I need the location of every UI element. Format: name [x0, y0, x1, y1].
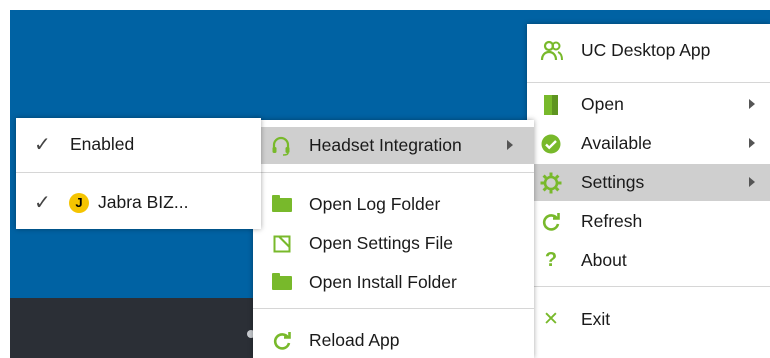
door-icon — [541, 94, 561, 116]
menu-item-open-log-folder[interactable]: Open Log Folder — [253, 186, 534, 223]
menu-item-uc-desktop-app[interactable]: UC Desktop App — [527, 32, 770, 69]
menu-item-label: Open Settings File — [309, 233, 453, 253]
menu-item-headset-integration[interactable]: Headset Integration — [253, 127, 534, 164]
menu-item-label: Open — [581, 94, 624, 114]
menu-item-label: Settings — [581, 172, 645, 192]
menu-item-label: Reload App — [309, 330, 400, 350]
menu-separator — [527, 82, 770, 83]
menu-item-settings[interactable]: Settings — [527, 164, 770, 201]
menu-item-available[interactable]: Available — [527, 125, 770, 162]
menu-separator — [253, 308, 534, 309]
menu-item-label: Enabled — [70, 134, 135, 154]
submenu-arrow-icon — [749, 138, 755, 148]
folder-icon — [271, 272, 293, 293]
reload-icon — [271, 330, 293, 352]
menu-separator — [16, 172, 261, 173]
users-icon — [539, 38, 565, 64]
menu-item-label: Jabra BIZ... — [98, 192, 189, 212]
checkmark-icon: ✓ — [34, 134, 51, 156]
menu-item-label: Open Install Folder — [309, 272, 457, 292]
headset-integration-submenu: ✓ Enabled ✓ J Jabra BIZ... — [16, 118, 261, 229]
settings-submenu: Headset Integration Open Log Folder Open… — [253, 120, 534, 358]
submenu-arrow-icon — [749, 177, 755, 187]
close-icon: ✕ — [543, 309, 559, 330]
submenu-arrow-icon — [749, 99, 755, 109]
menu-separator — [527, 286, 770, 287]
menu-item-label: Refresh — [581, 211, 643, 231]
menu-separator — [253, 172, 534, 173]
refresh-icon — [540, 211, 562, 233]
menu-item-about[interactable]: ? About — [527, 242, 770, 279]
menu-item-refresh[interactable]: Refresh — [527, 203, 770, 240]
checkmark-icon: ✓ — [34, 192, 51, 214]
menu-item-enabled[interactable]: ✓ Enabled — [16, 126, 261, 163]
check-circle-icon — [540, 133, 562, 155]
menu-item-open[interactable]: Open — [527, 86, 770, 123]
menu-item-label: Headset Integration — [309, 135, 462, 155]
menu-item-label: About — [581, 250, 627, 270]
menu-item-exit[interactable]: ✕ Exit — [527, 301, 770, 338]
file-icon — [271, 234, 293, 254]
menu-item-label: UC Desktop App — [581, 40, 711, 60]
menu-item-label: Available — [581, 133, 652, 153]
menu-item-label: Open Log Folder — [309, 194, 441, 214]
menu-item-reload-app[interactable]: Reload App — [253, 322, 534, 358]
folder-icon — [271, 194, 293, 215]
jabra-logo-icon: J — [68, 192, 90, 214]
headset-icon — [270, 135, 292, 157]
menu-item-open-settings-file[interactable]: Open Settings File — [253, 225, 534, 262]
menu-item-open-install-folder[interactable]: Open Install Folder — [253, 264, 534, 301]
question-icon: ? — [544, 249, 558, 271]
menu-item-jabra-device[interactable]: ✓ J Jabra BIZ... — [16, 184, 261, 221]
gear-icon — [539, 171, 563, 195]
submenu-arrow-icon — [507, 140, 513, 150]
menu-item-label: Exit — [581, 309, 611, 329]
tray-context-menu: UC Desktop App Open Available Settings R… — [527, 24, 770, 358]
